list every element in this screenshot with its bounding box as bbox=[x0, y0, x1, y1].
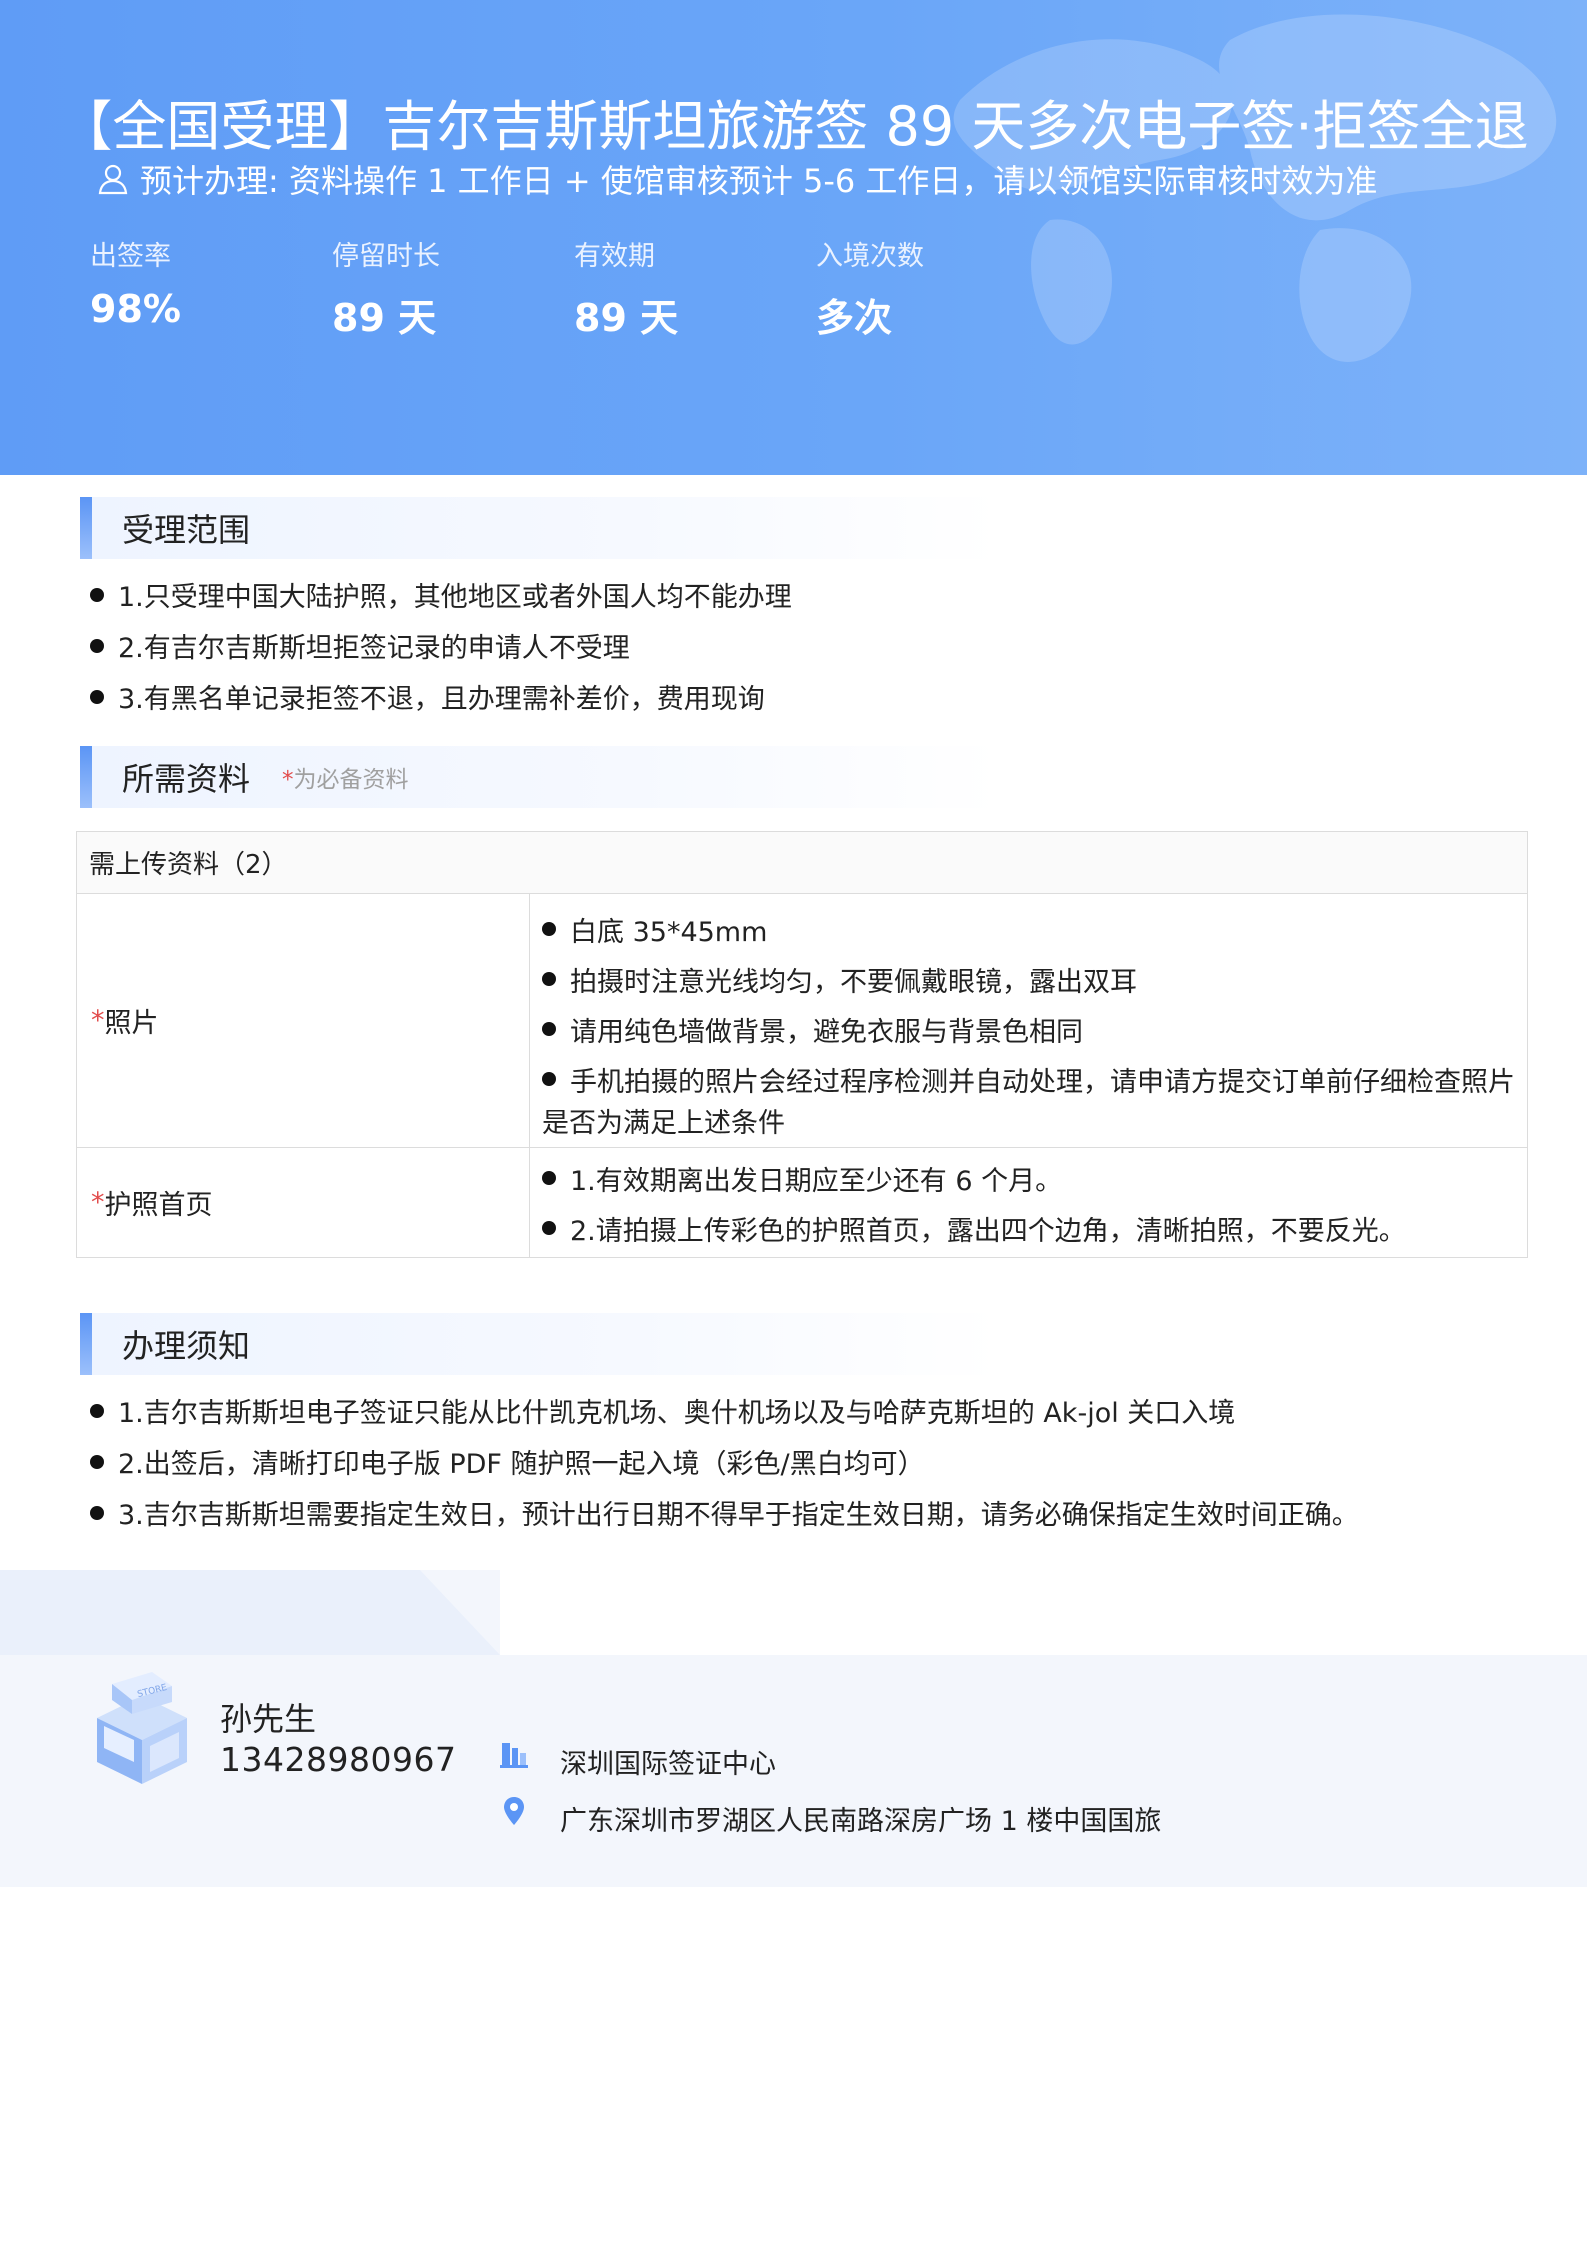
section-title: 所需资料 bbox=[122, 760, 251, 798]
list-item-text: 3.吉尔吉斯斯坦需要指定生效日，预计出行日期不得早于指定生效日期，请务必确保指定… bbox=[118, 1500, 1359, 1531]
bullet-icon bbox=[542, 972, 556, 986]
bullet-icon bbox=[90, 638, 104, 653]
requirement-item: 请用纯色墙做背景，避免衣服与背景色相同 bbox=[542, 1004, 1515, 1054]
location-pin-icon bbox=[504, 1797, 524, 1825]
stat-approval-rate: 出签率 98% bbox=[90, 234, 310, 331]
list-item-text: 2.出签后，清晰打印电子版 PDF 随护照一起入境（彩色/黑白均可） bbox=[118, 1449, 925, 1480]
bullet-icon bbox=[542, 1072, 556, 1086]
user-icon bbox=[98, 164, 128, 195]
stat-label: 有效期 bbox=[574, 241, 655, 272]
table-row: * 照片 白底 35*45mm 拍摄时注意光线均匀，不要佩戴眼镜，露出双耳 请用纯… bbox=[77, 894, 1527, 1148]
stat-value: 多次 bbox=[816, 296, 893, 340]
requirement-text: 白底 35*45mm bbox=[570, 916, 768, 948]
material-requirements: 1.有效期离出发日期应至少还有 6 个月。 2.请拍摄上传彩色的护照首页，露出四… bbox=[530, 1148, 1527, 1257]
section-title: 办理须知 bbox=[122, 1327, 251, 1365]
requirement-text: 2.请拍摄上传彩色的护照首页，露出四个边角，清晰拍照，不要反光。 bbox=[570, 1215, 1406, 1247]
requirement-item: 2.请拍摄上传彩色的护照首页，露出四个边角，清晰拍照，不要反光。 bbox=[542, 1203, 1515, 1253]
contact-name: 孙先生 bbox=[220, 1700, 317, 1738]
requirement-item: 1.有效期离出发日期应至少还有 6 个月。 bbox=[542, 1153, 1515, 1203]
section-title: 受理范围 bbox=[122, 511, 251, 549]
required-star: * bbox=[91, 1005, 105, 1036]
footer-tab bbox=[0, 1570, 500, 1655]
list-item: 1.吉尔吉斯斯坦电子签证只能从比什凯克机场、奥什机场以及与哈萨克斯坦的 Ak-j… bbox=[90, 1385, 1359, 1436]
list-item-text: 3.有黑名单记录拒签不退，且办理需补差价，费用现询 bbox=[118, 684, 765, 715]
required-note: *为必备资料 bbox=[282, 760, 409, 794]
address: 广东深圳市罗湖区人民南路深房广场 1 楼中国国旅 bbox=[560, 1806, 1162, 1837]
required-star: * bbox=[91, 1187, 105, 1218]
requirement-continuation: 是否为满足上述条件 bbox=[542, 1108, 785, 1139]
organization-name: 深圳国际签证中心 bbox=[560, 1749, 776, 1780]
list-item: 1.只受理中国大陆护照，其他地区或者外国人均不能办理 bbox=[90, 569, 792, 620]
requirement-item: 拍摄时注意光线均匀，不要佩戴眼镜，露出双耳 bbox=[542, 954, 1515, 1004]
requirement-text: 请用纯色墙做背景，避免衣服与背景色相同 bbox=[570, 1016, 1083, 1048]
bullet-icon bbox=[542, 1221, 556, 1235]
bullet-icon bbox=[90, 1454, 104, 1469]
materials-table: 需上传资料（2） * 照片 白底 35*45mm 拍摄时注意光线均匀，不要佩戴眼镜… bbox=[76, 831, 1528, 1258]
page-title: 【全国受理】吉尔吉斯斯坦旅游签 89 天多次电子签·拒签全退 bbox=[58, 95, 1529, 158]
stat-value: 89 天 bbox=[332, 296, 437, 340]
bullet-icon bbox=[90, 689, 104, 704]
scope-list: 1.只受理中国大陆护照，其他地区或者外国人均不能办理 2.有吉尔吉斯斯坦拒签记录… bbox=[90, 569, 792, 722]
required-note-text: 为必备资料 bbox=[293, 767, 409, 793]
bullet-icon bbox=[90, 587, 104, 602]
list-item-text: 1.只受理中国大陆护照，其他地区或者外国人均不能办理 bbox=[118, 582, 792, 613]
notice-list: 1.吉尔吉斯斯坦电子签证只能从比什凯克机场、奥什机场以及与哈萨克斯坦的 Ak-j… bbox=[90, 1385, 1359, 1538]
section-header-scope: 受理范围 bbox=[80, 497, 1000, 559]
section-header-materials: 所需资料 *为必备资料 bbox=[80, 746, 1000, 808]
processing-time-text: 预计办理: 资料操作 1 工作日 + 使馆审核预计 5-6 工作日，请以领馆实际… bbox=[140, 162, 1378, 200]
section-accent-bar bbox=[80, 746, 92, 808]
list-item: 2.有吉尔吉斯斯坦拒签记录的申请人不受理 bbox=[90, 620, 792, 671]
requirement-text: 手机拍摄的照片会经过程序检测并自动处理，请申请方提交订单前仔细检查照片 bbox=[570, 1066, 1515, 1098]
stat-validity: 有效期 89 天 bbox=[574, 234, 794, 342]
list-item: 3.有黑名单记录拒签不退，且办理需补差价，费用现询 bbox=[90, 671, 792, 722]
stat-label: 停留时长 bbox=[332, 241, 440, 272]
material-name-text: 照片 bbox=[104, 1008, 159, 1039]
material-name-text: 护照首页 bbox=[104, 1190, 213, 1221]
requirement-item: 白底 35*45mm bbox=[542, 904, 1515, 954]
bullet-icon bbox=[542, 1022, 556, 1036]
building-icon bbox=[500, 1743, 528, 1768]
requirement-text: 1.有效期离出发日期应至少还有 6 个月。 bbox=[570, 1165, 1063, 1197]
material-name: * 照片 bbox=[77, 894, 530, 1147]
list-item-text: 1.吉尔吉斯斯坦电子签证只能从比什凯克机场、奥什机场以及与哈萨克斯坦的 Ak-j… bbox=[118, 1398, 1236, 1429]
requirement-text: 拍摄时注意光线均匀，不要佩戴眼镜，露出双耳 bbox=[570, 966, 1137, 998]
stat-label: 出签率 bbox=[90, 241, 171, 272]
bullet-icon bbox=[542, 1171, 556, 1185]
bullet-icon bbox=[90, 1505, 104, 1520]
list-item: 3.吉尔吉斯斯坦需要指定生效日，预计出行日期不得早于指定生效日期，请务必确保指定… bbox=[90, 1487, 1359, 1538]
processing-time: 预计办理: 资料操作 1 工作日 + 使馆审核预计 5-6 工作日，请以领馆实际… bbox=[96, 156, 1377, 202]
requirement-item: 手机拍摄的照片会经过程序检测并自动处理，请申请方提交订单前仔细检查照片 bbox=[542, 1054, 1515, 1104]
section-header-notice: 办理须知 bbox=[80, 1313, 1000, 1375]
section-accent-bar bbox=[80, 497, 92, 559]
required-star: * bbox=[282, 767, 294, 793]
stat-stay-duration: 停留时长 89 天 bbox=[332, 234, 552, 342]
table-row: * 护照首页 1.有效期离出发日期应至少还有 6 个月。 2.请拍摄上传彩色的护照… bbox=[77, 1148, 1527, 1257]
store-icon: STORE bbox=[97, 1672, 187, 1784]
list-item: 2.出签后，清晰打印电子版 PDF 随护照一起入境（彩色/黑白均可） bbox=[90, 1436, 1359, 1487]
bullet-icon bbox=[542, 922, 556, 936]
footer-top-mask bbox=[500, 1570, 1587, 1655]
stat-entries: 入境次数 多次 bbox=[816, 234, 1036, 342]
stat-value: 98% bbox=[90, 287, 181, 331]
header-banner: 【全国受理】吉尔吉斯斯坦旅游签 89 天多次电子签·拒签全退 预计办理: 资料操… bbox=[0, 0, 1587, 475]
stat-label: 入境次数 bbox=[816, 241, 924, 272]
section-accent-bar bbox=[80, 1313, 92, 1375]
material-name: * 护照首页 bbox=[77, 1148, 530, 1257]
bullet-icon bbox=[90, 1403, 104, 1418]
material-requirements: 白底 35*45mm 拍摄时注意光线均匀，不要佩戴眼镜，露出双耳 请用纯色墙做背… bbox=[530, 894, 1527, 1147]
contact-phone: 13428980967 bbox=[220, 1740, 457, 1779]
stat-value: 89 天 bbox=[574, 296, 679, 340]
table-header: 需上传资料（2） bbox=[77, 832, 1527, 894]
list-item-text: 2.有吉尔吉斯斯坦拒签记录的申请人不受理 bbox=[118, 633, 630, 664]
